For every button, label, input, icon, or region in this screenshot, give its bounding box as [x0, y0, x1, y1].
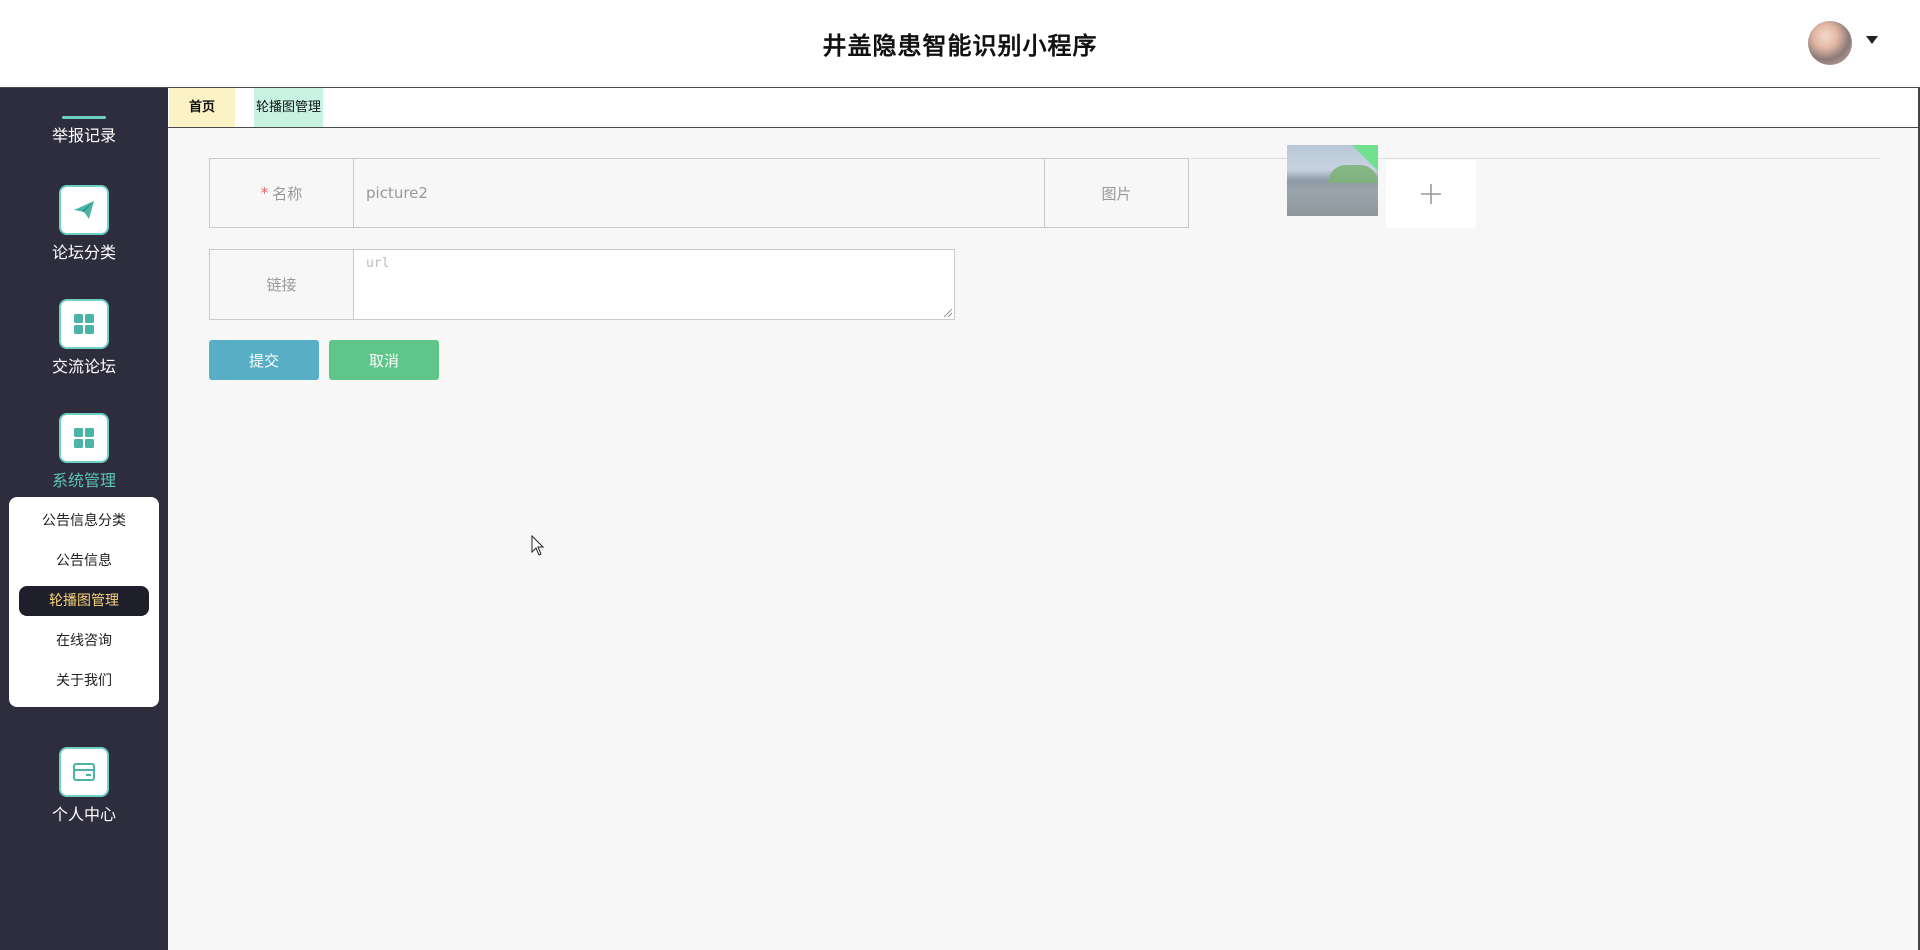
mouse-cursor-icon: [531, 535, 545, 556]
submenu-item-online-consult[interactable]: 在线咨询: [19, 626, 149, 656]
grid-icon: [59, 413, 109, 463]
image-upload-button[interactable]: [1386, 160, 1476, 228]
tab-bar: 首页 轮播图管理: [168, 88, 1920, 128]
link-placeholder: url: [366, 256, 390, 271]
required-mark: *: [260, 184, 269, 202]
sidebar-scroll-indicator: [62, 116, 106, 119]
page-title: 井盖隐患智能识别小程序: [822, 32, 1098, 60]
resize-grip-icon[interactable]: [944, 309, 952, 317]
plus-icon: [1421, 184, 1441, 204]
name-input[interactable]: picture2: [353, 158, 1045, 228]
tab-carousel-management[interactable]: 轮播图管理: [254, 88, 324, 127]
paper-plane-icon: [59, 185, 109, 235]
tab-home[interactable]: 首页: [169, 88, 236, 127]
image-label: 图片: [1044, 158, 1189, 228]
grid-icon: [59, 299, 109, 349]
link-textarea[interactable]: url: [353, 249, 955, 320]
sidebar-item-label: 论坛分类: [51, 243, 116, 262]
sidebar-item-profile[interactable]: 个人中心: [0, 747, 168, 835]
submenu-item-notice[interactable]: 公告信息: [19, 546, 149, 576]
sidebar-item-label: 个人中心: [51, 805, 116, 824]
name-label: * 名称: [209, 158, 354, 228]
submenu-item-about-us[interactable]: 关于我们: [19, 666, 149, 696]
submenu-item-notice-category[interactable]: 公告信息分类: [19, 506, 149, 536]
system-submenu: 公告信息分类 公告信息 轮播图管理 在线咨询 关于我们: [9, 497, 159, 707]
cancel-button[interactable]: 取消: [329, 340, 439, 380]
sidebar: 举报记录 论坛分类 交流论坛 系统管理 公告信息分类 公告信息 轮播图管理 在线…: [0, 88, 168, 950]
card-icon: [59, 747, 109, 797]
sidebar-item-system[interactable]: 系统管理: [0, 413, 168, 501]
submit-button[interactable]: 提交: [209, 340, 319, 380]
thumbnail-corner-badge: [1352, 145, 1378, 171]
app-header: 井盖隐患智能识别小程序: [0, 0, 1920, 88]
name-label-text: 名称: [272, 184, 303, 203]
uploaded-image-thumbnail[interactable]: [1287, 145, 1378, 216]
sidebar-item-label: 交流论坛: [51, 357, 116, 376]
caret-down-icon[interactable]: [1866, 36, 1878, 44]
sidebar-item-forum[interactable]: 交流论坛: [0, 299, 168, 387]
sidebar-item-forum-category[interactable]: 论坛分类: [0, 185, 168, 273]
sidebar-item-label: 系统管理: [51, 471, 116, 490]
submenu-item-carousel[interactable]: 轮播图管理: [19, 586, 149, 616]
link-label: 链接: [209, 249, 354, 320]
sidebar-item-report-records[interactable]: 举报记录: [0, 122, 168, 146]
user-avatar[interactable]: [1808, 21, 1852, 65]
